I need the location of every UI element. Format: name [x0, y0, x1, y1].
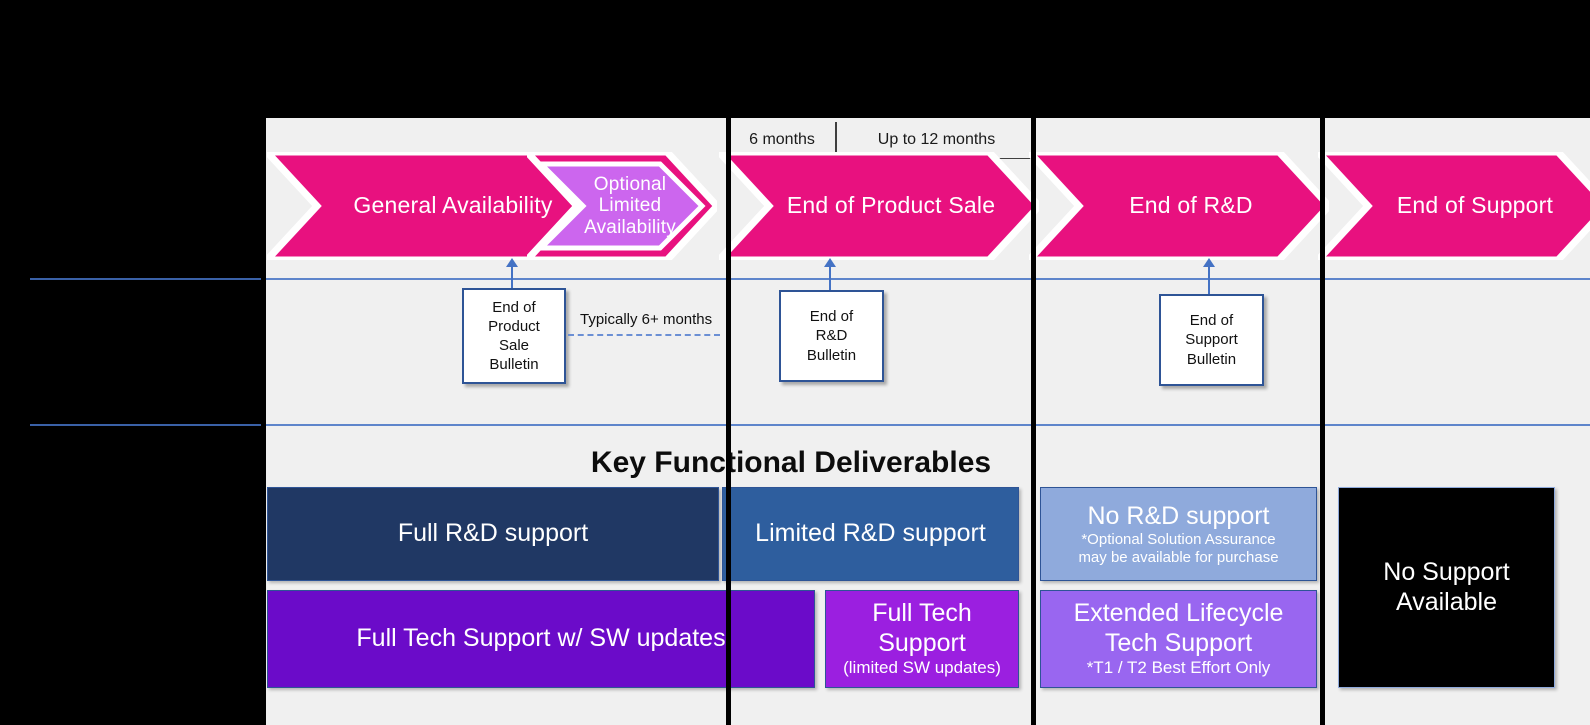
column-divider-1 [261, 118, 266, 725]
column-divider-4 [1320, 118, 1325, 725]
deliverable-full-tech-support-sw-updates: Full Tech Support w/ SW updates [267, 590, 815, 688]
bulletin-pointer-stem [511, 266, 513, 288]
deliverable-title: Full Tech Support w/ SW updates [356, 624, 726, 653]
deliverable-no-rd-support: No R&D support *Optional Solution Assura… [1040, 487, 1317, 581]
deliverables-heading: Key Functional Deliverables [590, 446, 992, 479]
bulletin-end-of-support: End of Support Bulletin [1159, 294, 1264, 386]
bulletin-label: End of Support Bulletin [1185, 312, 1238, 368]
bulletin-end-of-rd: End of R&D Bulletin [779, 290, 884, 382]
phase-arrow-end-of-support: End of Support [1318, 152, 1590, 260]
lifecycle-diagram: 6 months Up to 12 months General Availab… [0, 0, 1590, 725]
bulletin-pointer-stem [1208, 266, 1210, 294]
deliverable-full-tech-support: Full Tech Support (limited SW updates) [825, 590, 1019, 688]
phase-arrow-end-of-product-sale: End of Product Sale [719, 152, 1039, 260]
bulletin-end-of-product-sale: End of Product Sale Bulletin [462, 288, 566, 384]
phase-arrow-label: End of Support [1396, 192, 1554, 219]
deliverable-title: Full R&D support [397, 519, 589, 548]
phase-arrow-label: End of Product Sale [786, 192, 996, 219]
deliverable-title: No R&D support [1087, 501, 1270, 530]
month-cell-label: 6 months [749, 131, 815, 148]
phase-arrow-optional-limited-availability: Optional Limited Availability [527, 152, 717, 260]
phase-arrow-label: End of R&D [1129, 192, 1253, 219]
deliverable-note: *T1 / T2 Best Effort Only [1086, 658, 1271, 678]
deliverable-title: No Support Available [1383, 558, 1510, 616]
deliverable-note: *Optional Solution Assurance [1081, 531, 1276, 549]
deliverable-title: Full Tech Support [872, 599, 972, 657]
month-cell-label: Up to 12 months [877, 131, 996, 148]
deliverable-note: (limited SW updates) [843, 658, 1001, 678]
interval-label: Typically 6+ months [580, 311, 713, 328]
deliverable-title: Limited R&D support [755, 519, 986, 548]
bulletin-pointer-stem [829, 266, 831, 290]
phase-arrow-end-of-rd: End of R&D [1029, 152, 1329, 260]
deliverable-limited-rd-support: Limited R&D support [722, 487, 1019, 581]
column-divider-2 [726, 118, 731, 725]
deliverable-title: Extended Lifecycle Tech Support [1073, 599, 1284, 657]
deliverable-note-2: may be available for purchase [1078, 548, 1279, 566]
interval-dashed-line [568, 334, 720, 336]
column-divider-3 [1031, 118, 1036, 725]
bulletin-label: End of R&D Bulletin [806, 308, 857, 364]
deliverable-extended-lifecycle-tech-support: Extended Lifecycle Tech Support *T1 / T2… [1040, 590, 1317, 688]
deliverable-no-support-available: No Support Available [1338, 487, 1555, 688]
phase-arrow-label: Optional Limited Availability [584, 174, 676, 238]
deliverable-full-rd-support: Full R&D support [267, 487, 719, 581]
bulletin-label: End of Product Sale Bulletin [488, 298, 540, 374]
phase-arrow-label: General Availability [353, 192, 553, 219]
